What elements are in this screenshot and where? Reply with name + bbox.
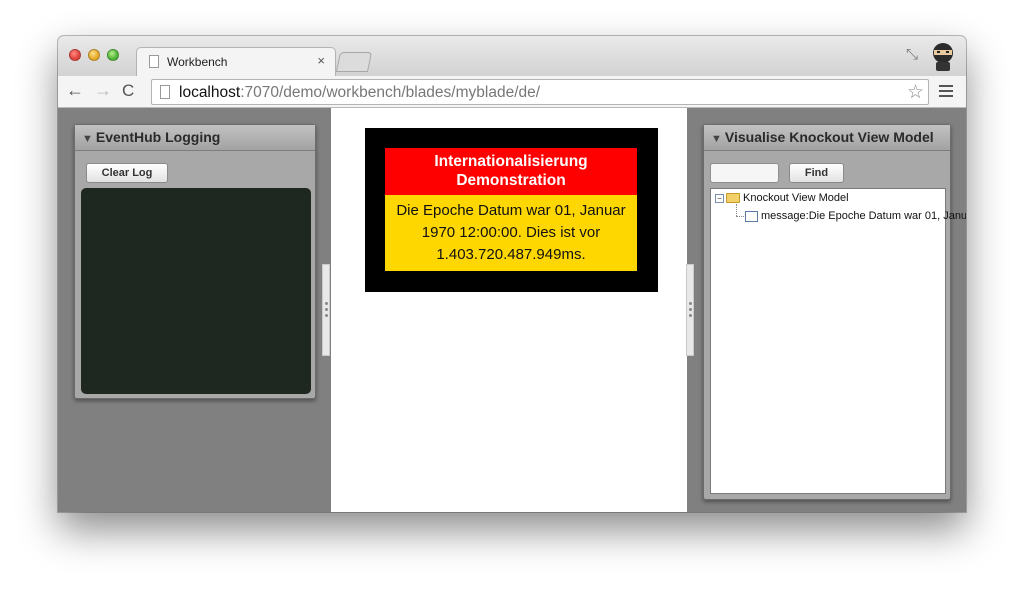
log-output[interactable]: [81, 188, 311, 394]
property-icon: [745, 210, 758, 222]
tree-node-label: message:Die Epoche Datum war 01, Januar …: [761, 210, 966, 222]
tree-node-label: Knockout View Model: [743, 192, 849, 204]
fullscreen-icon[interactable]: ⤡: [906, 46, 918, 63]
blade-header[interactable]: ▼ EventHub Logging: [75, 125, 315, 151]
bookmark-star-icon[interactable]: ☆: [907, 81, 924, 104]
browser-window: Workbench × ⤡ ← → C localhost:7070/demo/…: [58, 36, 966, 512]
right-splitter-handle[interactable]: [686, 264, 694, 356]
reload-icon[interactable]: C: [122, 81, 134, 101]
center-blade: Internationalisierung Demonstration Die …: [331, 108, 687, 512]
demo-title: Internationalisierung Demonstration: [385, 148, 637, 195]
page-icon: [149, 55, 159, 68]
tree-node-root[interactable]: − Knockout View Model: [715, 192, 849, 204]
forward-icon[interactable]: →: [94, 80, 112, 101]
new-tab-button[interactable]: [335, 52, 373, 72]
url-host: localhost: [179, 84, 241, 101]
blade-header[interactable]: ▼ Visualise Knockout View Model: [704, 125, 950, 151]
tab-title: Workbench: [167, 55, 228, 69]
folder-icon: [726, 193, 740, 204]
collapse-arrow-icon[interactable]: ▼: [711, 133, 722, 145]
knockout-view-model-blade: ▼ Visualise Knockout View Model Find − Kno…: [703, 124, 966, 500]
collapse-arrow-icon[interactable]: ▼: [82, 133, 93, 145]
url-path: :7070/demo/workbench/blades/myblade/de/: [240, 84, 541, 101]
back-icon[interactable]: ←: [66, 80, 84, 101]
tree-node-message[interactable]: message:Die Epoche Datum war 01, Januar …: [733, 210, 966, 222]
page-icon: [160, 85, 170, 99]
browser-toolbar: ← → C localhost:7070/demo/workbench/blad…: [58, 76, 966, 108]
address-bar[interactable]: localhost:7070/demo/workbench/blades/myb…: [151, 79, 929, 105]
maximize-window-button[interactable]: [107, 49, 119, 61]
blade-title: Visualise Knockout View Model: [724, 129, 934, 145]
menu-icon[interactable]: [939, 85, 953, 97]
collapse-node-icon[interactable]: −: [715, 193, 724, 203]
eventhub-logging-blade: ▼ EventHub Logging Clear Log: [74, 124, 316, 399]
page-content: Internationalisierung Demonstration Die …: [58, 108, 966, 512]
tab-close-icon[interactable]: ×: [317, 53, 325, 68]
minimize-window-button[interactable]: [88, 49, 100, 61]
view-model-tree: − Knockout View Model message:Die Epoche …: [710, 188, 966, 494]
close-window-button[interactable]: [69, 49, 81, 61]
ninja-avatar-icon[interactable]: [928, 40, 958, 72]
i18n-demo-box: Internationalisierung Demonstration Die …: [365, 128, 658, 292]
url-text[interactable]: localhost:7070/demo/workbench/blades/myb…: [179, 84, 540, 102]
find-button[interactable]: Find: [789, 163, 844, 183]
blade-title: EventHub Logging: [95, 129, 221, 145]
left-splitter-handle[interactable]: [322, 264, 330, 356]
browser-tab[interactable]: Workbench ×: [136, 47, 336, 76]
title-bar: Workbench × ⤡: [58, 36, 966, 76]
clear-log-button[interactable]: Clear Log: [86, 163, 168, 183]
demo-message: Die Epoche Datum war 01, Januar 1970 12:…: [385, 195, 637, 271]
find-input[interactable]: [710, 163, 779, 183]
